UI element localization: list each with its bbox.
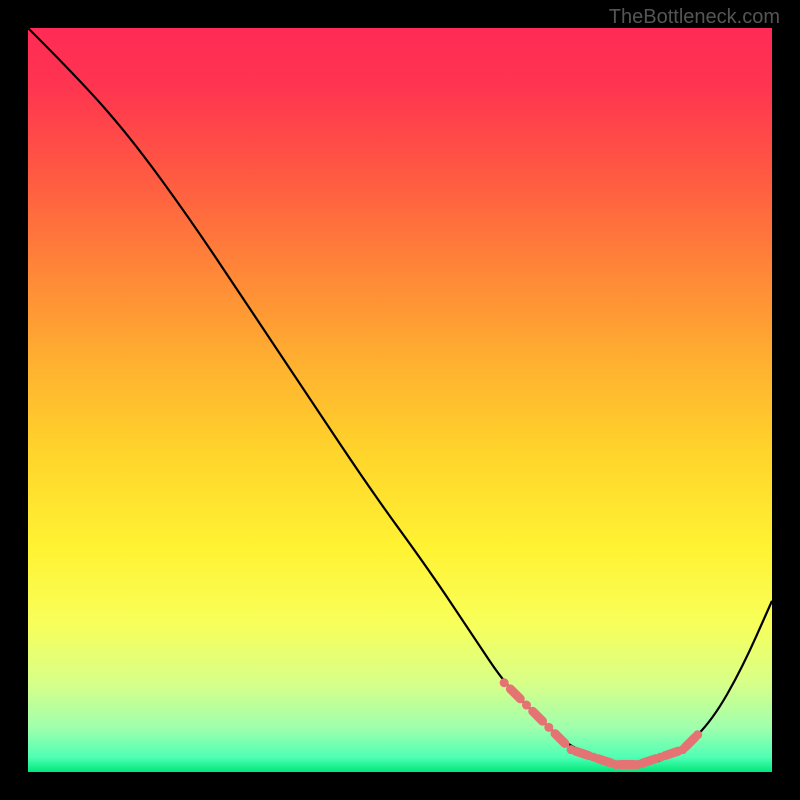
watermark-text: TheBottleneck.com <box>609 6 780 29</box>
chart-gradient-background <box>28 28 772 772</box>
